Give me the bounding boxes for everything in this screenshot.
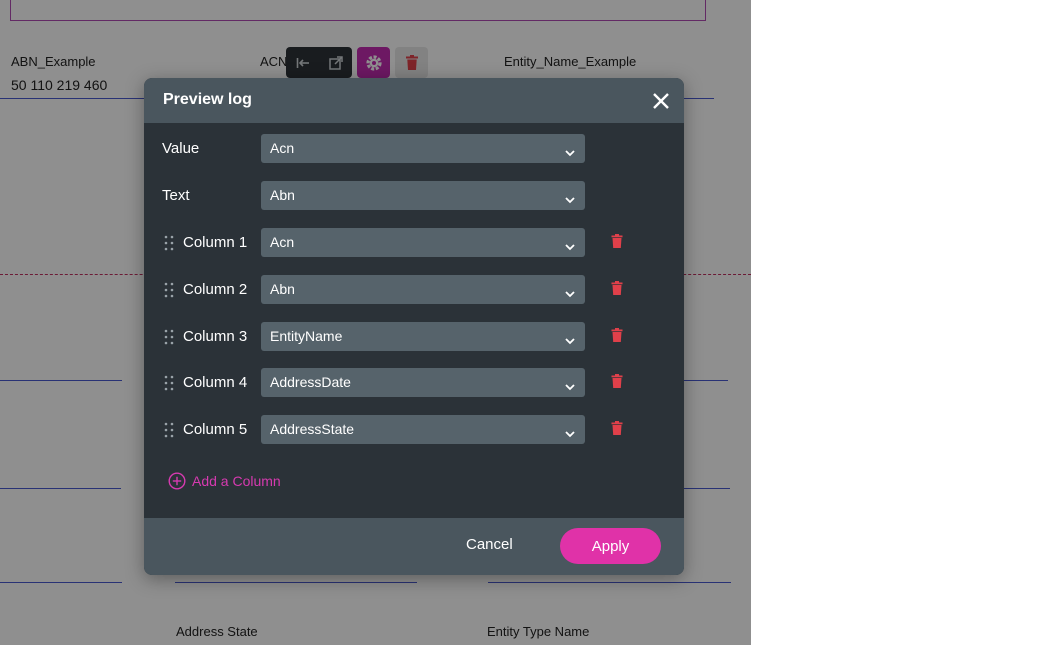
preview-log-dialog: Preview log Value Acn Text Abn Column 1 Acn Co…	[144, 78, 684, 575]
mapping-row: Text Abn	[144, 181, 684, 211]
chevron-down-icon	[565, 425, 575, 438]
mapping-row: Column 1 Acn	[144, 228, 684, 258]
delete-column-icon[interactable]	[611, 281, 623, 295]
field-select[interactable]: AddressState	[261, 415, 585, 444]
drag-handle-icon[interactable]	[164, 235, 174, 251]
mapping-row: Column 5 AddressState	[144, 415, 684, 445]
dialog-header: Preview log	[144, 78, 684, 123]
field-select[interactable]: Abn	[261, 181, 585, 210]
chevron-down-icon	[565, 285, 575, 298]
add-column-label: Add a Column	[192, 473, 281, 489]
select-value: EntityName	[270, 328, 343, 344]
field-select[interactable]: Acn	[261, 228, 585, 257]
field-select[interactable]: AddressDate	[261, 368, 585, 397]
chevron-down-icon	[565, 332, 575, 345]
row-label: Column 3	[183, 328, 248, 345]
row-label: Value	[162, 140, 200, 157]
select-value: Abn	[270, 281, 295, 297]
select-value: Acn	[270, 140, 295, 156]
dialog-title: Preview log	[163, 91, 252, 108]
delete-column-icon[interactable]	[611, 328, 623, 342]
row-label: Column 1	[183, 234, 248, 251]
row-label: Column 5	[183, 421, 248, 438]
drag-handle-icon[interactable]	[164, 375, 174, 391]
add-column-button[interactable]: Add a Column	[168, 471, 281, 491]
select-value: Acn	[270, 234, 295, 250]
dialog-footer: Cancel Apply	[144, 518, 684, 575]
mapping-row: Column 3 EntityName	[144, 322, 684, 352]
mapping-row: Value Acn	[144, 134, 684, 164]
close-button[interactable]	[650, 90, 672, 112]
delete-column-icon[interactable]	[611, 374, 623, 388]
field-select[interactable]: EntityName	[261, 322, 585, 351]
drag-handle-icon[interactable]	[164, 282, 174, 298]
drag-handle-icon[interactable]	[164, 329, 174, 345]
delete-column-icon[interactable]	[611, 234, 623, 248]
select-value: AddressDate	[270, 374, 351, 390]
plus-circle-icon	[168, 472, 186, 490]
chevron-down-icon	[565, 144, 575, 157]
delete-column-icon[interactable]	[611, 421, 623, 435]
row-label: Text	[162, 187, 190, 204]
mapping-row: Column 4 AddressDate	[144, 368, 684, 398]
apply-button[interactable]: Apply	[560, 528, 661, 564]
select-value: Abn	[270, 187, 295, 203]
close-icon	[653, 93, 669, 109]
cancel-button[interactable]: Cancel	[466, 536, 513, 553]
field-select[interactable]: Abn	[261, 275, 585, 304]
chevron-down-icon	[565, 378, 575, 391]
field-select[interactable]: Acn	[261, 134, 585, 163]
drag-handle-icon[interactable]	[164, 422, 174, 438]
row-label: Column 2	[183, 281, 248, 298]
chevron-down-icon	[565, 191, 575, 204]
row-label: Column 4	[183, 374, 248, 391]
chevron-down-icon	[565, 238, 575, 251]
select-value: AddressState	[270, 421, 355, 437]
mapping-row: Column 2 Abn	[144, 275, 684, 305]
